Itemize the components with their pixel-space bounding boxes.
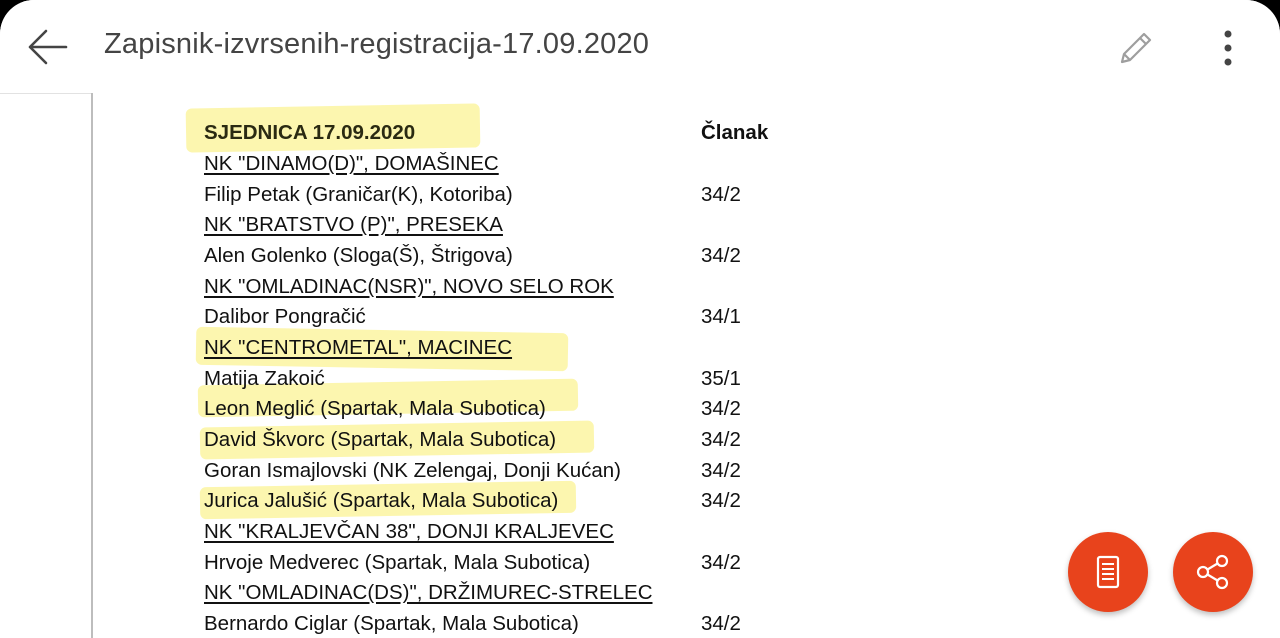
player-row: Leon Meglić (Spartak, Mala Subotica) [204, 397, 546, 420]
arrow-left-icon[interactable] [26, 26, 68, 68]
club-row: NK "BRATSTVO (P)", PRESEKA [204, 213, 503, 236]
club-row: NK "KRALJEVČAN 38", DONJI KRALJEVEC [204, 520, 614, 543]
article-value: 34/2 [701, 183, 741, 206]
article-value: 34/2 [701, 459, 741, 482]
screen: Zapisnik-izvrsenih-registracija-17.09.20… [0, 0, 1280, 638]
player-row: Filip Petak (Graničar(K), Kotoriba) [204, 183, 513, 206]
article-value: 34/1 [701, 305, 741, 328]
player-row: Jurica Jalušić (Spartak, Mala Subotica) [204, 489, 559, 512]
player-row: Matija Zakoić [204, 367, 325, 390]
player-row: Alen Golenko (Sloga(Š), Štrigova) [204, 244, 513, 267]
reading-mode-button[interactable] [1068, 532, 1148, 612]
reading-mode-icon [1096, 555, 1120, 589]
player-row: Dalibor Pongračić [204, 305, 366, 328]
club-row: NK "OMLADINAC(NSR)", NOVO SELO ROK [204, 275, 614, 298]
article-value: 34/2 [701, 489, 741, 512]
player-row: Goran Ismajlovski (NK Zelengaj, Donji Ku… [204, 459, 621, 482]
document-title: Zapisnik-izvrsenih-registracija-17.09.20… [104, 28, 650, 60]
article-value: 34/2 [701, 397, 741, 420]
club-row: NK "DINAMO(D)", DOMAŠINEC [204, 152, 499, 175]
session-title: SJEDNICA 17.09.2020 [204, 121, 416, 144]
app-bar: Zapisnik-izvrsenih-registracija-17.09.20… [0, 0, 1280, 94]
club-row: NK "CENTROMETAL", MACINEC [204, 336, 513, 359]
share-icon [1196, 554, 1229, 590]
pencil-icon[interactable] [1116, 28, 1156, 68]
share-button[interactable] [1173, 532, 1253, 612]
article-value: 34/2 [701, 612, 741, 635]
player-row: Bernardo Ciglar (Spartak, Mala Subotica) [204, 612, 579, 635]
article-column-header: Članak [701, 121, 769, 144]
article-value: 34/2 [701, 551, 741, 574]
article-value: 34/2 [701, 428, 741, 451]
article-value: 35/1 [701, 367, 741, 390]
more-vertical-icon[interactable] [1218, 28, 1238, 68]
player-row: Hrvoje Medverec (Spartak, Mala Subotica) [204, 551, 591, 574]
article-value: 34/2 [701, 244, 741, 267]
club-row: NK "OMLADINAC(DS)", DRŽIMUREC-STRELEC [204, 581, 653, 604]
player-row: David Škvorc (Spartak, Mala Subotica) [204, 428, 557, 451]
